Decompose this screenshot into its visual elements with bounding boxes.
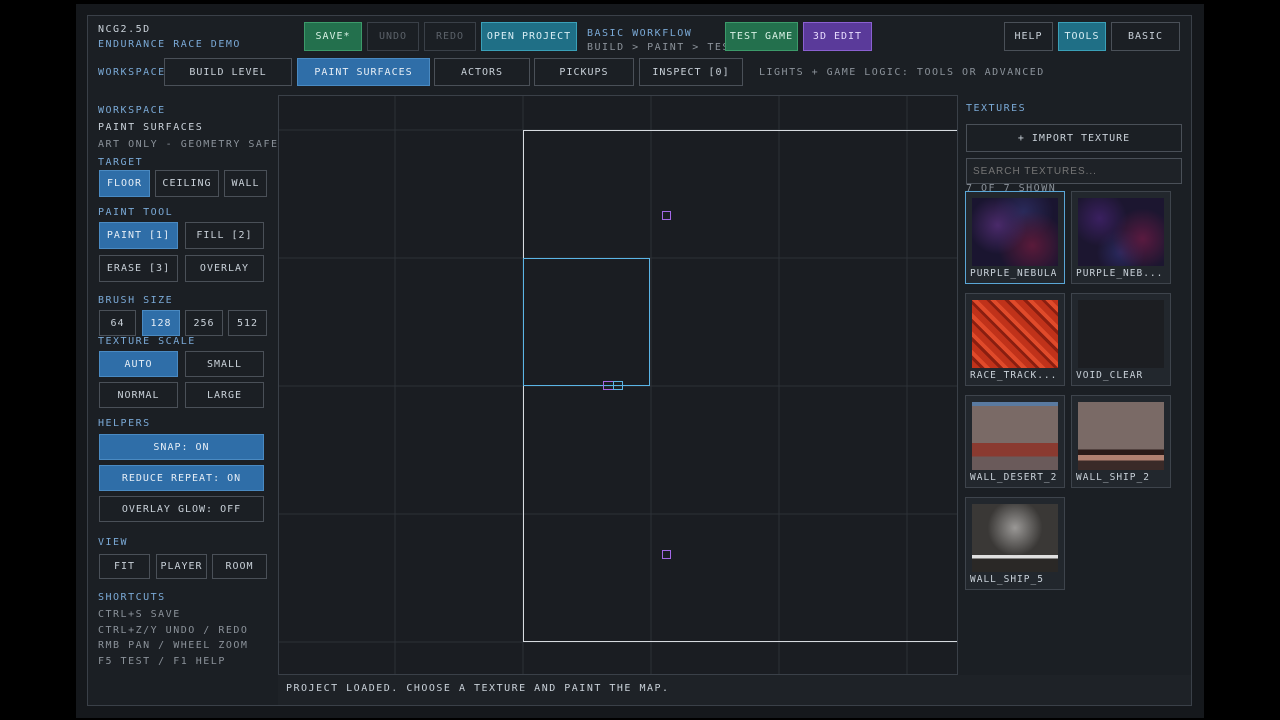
save-button[interactable]: SAVE* — [304, 22, 362, 51]
fill-tool-button[interactable]: FILL [2] — [185, 222, 264, 249]
texture-tile[interactable]: WALL_SHIP_2 — [1071, 395, 1171, 488]
map-grid — [279, 96, 957, 674]
paint-tool-button[interactable]: PAINT [1] — [99, 222, 178, 249]
texture-name: WALL_SHIP_2 — [1076, 472, 1150, 483]
texture-thumbnail — [972, 402, 1058, 470]
texture-tile[interactable]: WALL_SHIP_5 — [965, 497, 1065, 590]
open-project-button[interactable]: OPEN PROJECT — [481, 22, 577, 51]
brush-size-label: BRUSH SIZE — [98, 295, 174, 306]
view-room-button[interactable]: ROOM — [212, 554, 267, 579]
texture-name: PURPLE_NEB... — [1076, 268, 1164, 279]
selected-sector — [523, 258, 650, 386]
tab-build-level[interactable]: BUILD LEVEL — [164, 58, 292, 86]
texture-name: RACE_TRACK... — [970, 370, 1058, 381]
scale-small-button[interactable]: SMALL — [185, 351, 264, 377]
texture-tile[interactable]: RACE_TRACK... — [965, 293, 1065, 386]
shortcut-item: CTRL+Z/Y UNDO / REDO — [98, 625, 249, 636]
texture-thumbnail — [972, 198, 1058, 266]
texture-tile[interactable]: PURPLE_NEB... — [1071, 191, 1171, 284]
texture-name: VOID_CLEAR — [1076, 370, 1144, 381]
map-canvas[interactable] — [278, 95, 958, 675]
scale-large-button[interactable]: LARGE — [185, 382, 264, 408]
sprite-marker — [662, 550, 671, 559]
workspaces-label: WORKSPACES — [98, 67, 174, 78]
tab-pickups[interactable]: PICKUPS — [534, 58, 634, 86]
workspace-label: WORKSPACE — [98, 105, 166, 116]
texture-name: WALL_SHIP_5 — [970, 574, 1044, 585]
workspace-note: ART ONLY - GEOMETRY SAFE — [98, 139, 279, 150]
import-texture-button[interactable]: + IMPORT TEXTURE — [966, 124, 1182, 152]
scale-normal-button[interactable]: NORMAL — [99, 382, 178, 408]
target-wall-button[interactable]: WALL — [224, 170, 267, 197]
tab-actors[interactable]: ACTORS — [434, 58, 530, 86]
view-fit-button[interactable]: FIT — [99, 554, 150, 579]
tab-paint-surfaces[interactable]: PAINT SURFACES — [297, 58, 430, 86]
paint-tool-label: PAINT TOOL — [98, 207, 174, 218]
texture-thumbnail — [972, 300, 1058, 368]
shortcuts-label: SHORTCUTS — [98, 592, 166, 603]
undo-button[interactable]: UNDO — [367, 22, 419, 51]
texture-thumbnail — [1078, 402, 1164, 470]
texture-thumbnail — [1078, 198, 1164, 266]
test-game-button[interactable]: TEST GAME — [725, 22, 798, 51]
tab-inspect[interactable]: INSPECT [0] — [639, 58, 743, 86]
basic-button[interactable]: BASIC — [1111, 22, 1180, 51]
brush-size-64-button[interactable]: 64 — [99, 310, 136, 336]
scale-auto-button[interactable]: AUTO — [99, 351, 178, 377]
app-title: NCG2.5D — [98, 24, 151, 35]
project-name: ENDURANCE RACE DEMO — [98, 39, 241, 50]
texture-search-input[interactable] — [966, 158, 1182, 184]
texture-scale-label: TEXTURE SCALE — [98, 336, 196, 347]
workspace-name: PAINT SURFACES — [98, 122, 204, 133]
3d-edit-button[interactable]: 3D EDIT — [803, 22, 872, 51]
redo-button[interactable]: REDO — [424, 22, 476, 51]
workspaces-hint: LIGHTS + GAME LOGIC: TOOLS OR ADVANCED — [759, 67, 1045, 78]
overlay-tool-button[interactable]: OVERLAY — [185, 255, 264, 282]
texture-thumbnail — [972, 504, 1058, 572]
shortcut-item: F5 TEST / F1 HELP — [98, 656, 226, 667]
workflow-title: BASIC WORKFLOW — [587, 28, 693, 39]
status-text: PROJECT LOADED. CHOOSE A TEXTURE AND PAI… — [286, 683, 670, 694]
reduce-repeat-toggle[interactable]: REDUCE REPEAT: ON — [99, 465, 264, 491]
view-label: VIEW — [98, 537, 129, 548]
sprite-marker — [662, 211, 671, 220]
shortcut-item: RMB PAN / WHEEL ZOOM — [98, 640, 249, 651]
brush-size-512-button[interactable]: 512 — [228, 310, 267, 336]
texture-tile[interactable]: WALL_DESERT_2 — [965, 395, 1065, 488]
target-label: TARGET — [98, 157, 144, 168]
tools-button[interactable]: TOOLS — [1058, 22, 1106, 51]
erase-tool-button[interactable]: ERASE [3] — [99, 255, 178, 282]
textures-label: TEXTURES — [966, 103, 1027, 114]
texture-thumbnail — [1078, 300, 1164, 368]
target-floor-button[interactable]: FLOOR — [99, 170, 150, 197]
workflow-steps: BUILD > PAINT > TEST — [587, 42, 738, 53]
texture-tile[interactable]: VOID_CLEAR — [1071, 293, 1171, 386]
brush-size-128-button[interactable]: 128 — [142, 310, 180, 336]
texture-tile[interactable]: PURPLE_NEBULA — [965, 191, 1065, 284]
texture-name: PURPLE_NEBULA — [970, 268, 1058, 279]
helpers-label: HELPERS — [98, 418, 151, 429]
shortcut-item: CTRL+S SAVE — [98, 609, 181, 620]
texture-name: WALL_DESERT_2 — [970, 472, 1058, 483]
overlay-glow-toggle[interactable]: OVERLAY GLOW: OFF — [99, 496, 264, 522]
snap-toggle[interactable]: SNAP: ON — [99, 434, 264, 460]
brush-size-256-button[interactable]: 256 — [185, 310, 223, 336]
view-player-button[interactable]: PLAYER — [156, 554, 207, 579]
help-button[interactable]: HELP — [1004, 22, 1053, 51]
target-ceiling-button[interactable]: CEILING — [155, 170, 219, 197]
